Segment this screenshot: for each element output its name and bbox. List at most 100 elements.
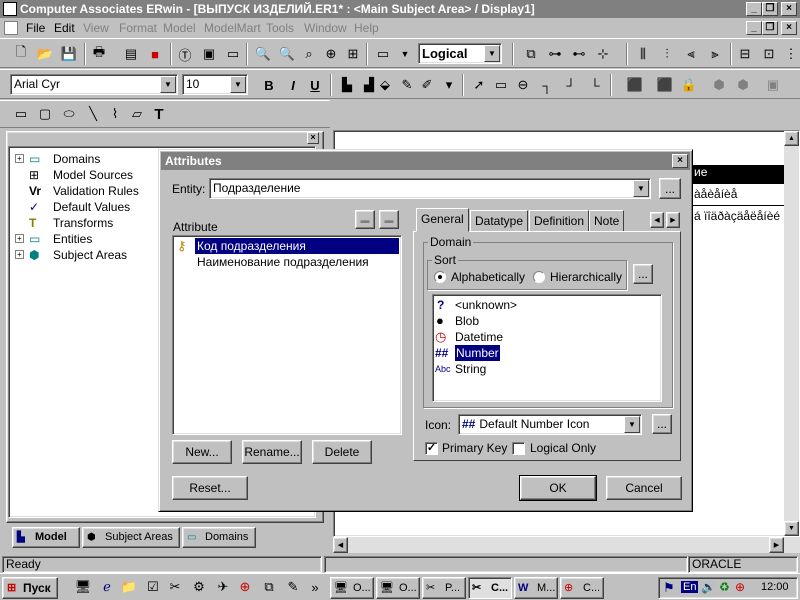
display-level-icon[interactable]: ▭ — [374, 45, 392, 63]
new-icon[interactable]: 🗋 — [12, 44, 30, 63]
menu-file[interactable]: File — [26, 19, 45, 38]
close-button[interactable]: × — [781, 2, 797, 16]
hierarchy-icon[interactable]: ⊷ — [570, 45, 588, 63]
more-chevron-icon[interactable]: » — [306, 578, 324, 596]
save-icon[interactable]: 💾 — [60, 45, 78, 63]
radio-alphabetically[interactable] — [434, 271, 446, 283]
font-size-select[interactable]: 10 ▼ — [182, 74, 248, 95]
volume-icon[interactable]: 🔊 — [701, 580, 716, 594]
explorer-close-button[interactable]: × — [307, 132, 319, 144]
tab-model[interactable]: ▙ Model — [12, 527, 80, 548]
attribute-list[interactable]: ⚷ Код подразделения Наименование подразд… — [172, 235, 402, 435]
distribute-icon[interactable]: ⫶ — [658, 45, 676, 63]
minimize-button[interactable]: _ — [746, 2, 762, 16]
zoom-all-icon[interactable]: ⊞ — [344, 45, 362, 63]
expand-icon[interactable]: + — [15, 234, 24, 243]
radio-alphabetically-label[interactable]: Alphabetically — [451, 270, 525, 284]
delete-button[interactable]: Delete — [312, 440, 372, 464]
icon-browse-button[interactable]: ... — [652, 414, 672, 434]
primary-key-label[interactable]: Primary Key — [442, 441, 507, 455]
reset-button[interactable]: Reset... — [172, 476, 248, 500]
menu-edit[interactable]: Edit — [54, 19, 75, 38]
zoom-in-icon[interactable]: 🔍 — [278, 45, 296, 63]
erwin-app-icon[interactable] — [3, 2, 17, 16]
quicklaunch-app5-icon[interactable]: ⊕ — [236, 578, 254, 596]
expand-icon[interactable]: + — [15, 154, 24, 163]
move-up-button[interactable]: ▬ — [355, 210, 375, 229]
report-icon[interactable]: ▤ — [122, 45, 140, 63]
many-rel-icon[interactable]: ┘ — [562, 76, 580, 94]
category-tool-icon[interactable]: ⊖ — [514, 76, 532, 94]
menu-modelmart[interactable]: ModelMart — [204, 19, 261, 38]
tab-general[interactable]: General — [416, 208, 469, 232]
task-button-6[interactable]: ⊕ C... — [560, 577, 604, 599]
logical-only-label[interactable]: Logical Only — [530, 441, 596, 455]
polyline-icon[interactable]: ⌇ — [106, 105, 124, 123]
non-identifying-rel-icon[interactable]: └ — [586, 76, 604, 94]
paint-bucket-icon[interactable]: ⬙ — [376, 76, 394, 94]
color-icon[interactable]: ■ — [146, 45, 164, 63]
view-level-select[interactable]: Logical ▼ — [418, 43, 502, 64]
menu-view[interactable]: View — [83, 19, 109, 38]
line-style-icon[interactable]: ▾ — [440, 76, 458, 94]
quicklaunch-explorer-icon[interactable]: 🖥 — [74, 578, 92, 596]
tray-app-icon[interactable]: ⊕ — [735, 580, 745, 594]
mm-save-icon[interactable]: ⬛ — [656, 76, 674, 94]
domain-browse-button[interactable]: ... — [633, 264, 653, 284]
chevron-down-icon[interactable]: ▼ — [230, 76, 246, 93]
mm-cube-icon[interactable]: ⬢ — [710, 76, 728, 94]
attribute-row[interactable]: ⚷ Код подразделения — [175, 238, 399, 254]
start-button[interactable]: ⊞ Пуск — [2, 577, 58, 599]
chevron-down-icon[interactable]: ▼ — [484, 45, 500, 62]
layout-icon[interactable]: ⊹ — [594, 45, 612, 63]
mm-tool-icon[interactable]: ▣ — [764, 76, 782, 94]
tab-subject-areas[interactable]: ⬢ Subject Areas — [82, 527, 180, 548]
menu-help[interactable]: Help — [354, 19, 379, 38]
entity-select[interactable]: Подразделение ▼ — [209, 178, 651, 199]
stack-icon[interactable]: ⫷ — [682, 45, 700, 63]
relation-icon[interactable]: ⧉ — [522, 45, 540, 63]
polygon-icon[interactable]: ▱ — [128, 105, 146, 123]
task-button-5[interactable]: W M... — [514, 577, 558, 599]
align-icon[interactable]: ⫼ — [634, 45, 652, 63]
quicklaunch-app7-icon[interactable]: ✎ — [284, 578, 302, 596]
doc-restore-button[interactable]: ❐ — [762, 21, 778, 35]
menu-window[interactable]: Window — [304, 19, 347, 38]
bold-button[interactable]: B — [260, 76, 278, 94]
tab-scroll-left-icon[interactable]: ◀ — [650, 212, 664, 228]
logical-only-checkbox[interactable] — [512, 442, 525, 455]
group-icon[interactable]: ⫸ — [706, 45, 724, 63]
quicklaunch-app6-icon[interactable]: ⧉ — [260, 578, 278, 596]
menu-tools[interactable]: Tools — [266, 19, 294, 38]
chevron-down-icon[interactable]: ▼ — [160, 76, 176, 93]
text-color-icon[interactable]: ▙ — [338, 76, 356, 94]
task-button-3[interactable]: ✂ P... — [422, 577, 466, 599]
scroll-right-icon[interactable]: ▶ — [769, 537, 784, 553]
rounded-rectangle-icon[interactable]: ▢ — [36, 105, 54, 123]
network-icon[interactable]: ♻ — [719, 580, 730, 594]
ellipse-icon[interactable]: ⬭ — [60, 105, 78, 123]
pointer-icon[interactable]: Ⓣ — [176, 45, 194, 63]
quicklaunch-app-icon[interactable]: ☑ — [144, 578, 162, 596]
dialog-close-button[interactable]: × — [672, 154, 688, 168]
quicklaunch-app3-icon[interactable]: ⚙ — [190, 578, 208, 596]
icon-select[interactable]: ## Default Number Icon ▼ — [458, 414, 642, 435]
doc-minimize-button[interactable]: _ — [746, 21, 762, 35]
expand-icon[interactable]: + — [15, 250, 24, 259]
horizontal-scrollbar[interactable]: ◀ ▶ — [333, 537, 800, 553]
select-arrow-icon[interactable]: ➚ — [470, 76, 488, 94]
primary-key-checkbox[interactable]: ✓ — [425, 442, 438, 455]
cancel-button[interactable]: Cancel — [606, 476, 682, 500]
menu-format[interactable]: Format — [119, 19, 157, 38]
mm-open-icon[interactable]: ⬛ — [626, 76, 644, 94]
move-down-button[interactable]: ▬ — [379, 210, 399, 229]
scroll-down-icon[interactable]: ▼ — [784, 521, 799, 536]
quicklaunch-folder-icon[interactable]: 📁 — [120, 578, 138, 596]
font-name-select[interactable]: Arial Cyr ▼ — [10, 74, 178, 95]
vertical-scrollbar[interactable]: ▲ ▼ — [784, 131, 799, 536]
tab-note[interactable]: Note — [589, 210, 625, 232]
task-button-2[interactable]: 🖥 O... — [376, 577, 420, 599]
rectangle-icon[interactable]: ▭ — [12, 105, 30, 123]
pen-icon[interactable]: ✎ — [398, 76, 416, 94]
tree-layout-icon[interactable]: ⊶ — [546, 45, 564, 63]
